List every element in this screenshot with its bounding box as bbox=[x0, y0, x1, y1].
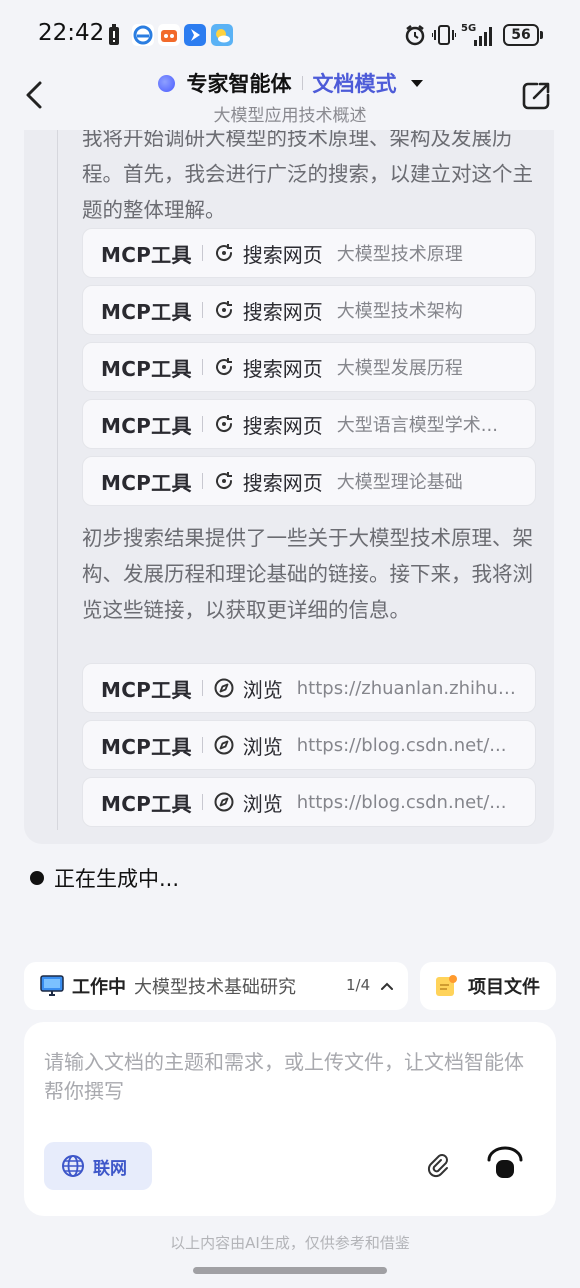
title-divider bbox=[301, 76, 303, 90]
tool-action: 浏览 bbox=[242, 734, 283, 759]
tool-divider bbox=[201, 680, 203, 696]
compass-icon bbox=[214, 792, 234, 812]
search-tool-card[interactable]: MCP工具 搜索网页 大模型理论基础 bbox=[82, 456, 536, 506]
tool-divider bbox=[201, 416, 203, 432]
generating-dot-icon bbox=[30, 871, 44, 885]
task-progress: 1/4 bbox=[346, 976, 371, 994]
browse-tool-card[interactable]: MCP工具 浏览 https://blog.csdn.net/... bbox=[82, 720, 536, 770]
status-bar: 22:42 5G 56 bbox=[0, 0, 580, 70]
chevron-up-icon[interactable] bbox=[380, 979, 394, 993]
timeline-line bbox=[57, 130, 58, 830]
web-search-toggle[interactable]: 联网 bbox=[44, 1142, 152, 1190]
composer: 联网 bbox=[24, 1022, 556, 1216]
share-button[interactable] bbox=[520, 80, 552, 112]
tool-name: MCP工具 bbox=[101, 677, 192, 702]
tool-name: MCP工具 bbox=[101, 413, 192, 438]
tool-action: 搜索网页 bbox=[242, 242, 323, 267]
search-tool-card[interactable]: MCP工具 搜索网页 大模型技术原理 bbox=[82, 228, 536, 278]
battery-level: 56 bbox=[511, 27, 531, 43]
tool-divider bbox=[201, 473, 203, 489]
header-title-row: 专家智能体 文档模式 bbox=[0, 66, 580, 100]
vibrate-icon bbox=[432, 25, 456, 45]
agent-thinking-panel[interactable]: 我将开始调研大模型的技术原理、架构及发展历程。首先，我会进行广泛的搜索，以建立对… bbox=[24, 130, 554, 844]
tool-action: 搜索网页 bbox=[242, 413, 323, 438]
agent-name: 专家智能体 bbox=[186, 72, 292, 96]
signal-icon bbox=[474, 27, 492, 46]
monitor-icon bbox=[40, 975, 64, 996]
project-files-button[interactable]: 项目文件 bbox=[420, 962, 556, 1010]
battery-tip bbox=[540, 31, 543, 39]
project-files-label: 项目文件 bbox=[468, 977, 540, 998]
tool-action: 浏览 bbox=[242, 791, 283, 816]
search-tool-card[interactable]: MCP工具 搜索网页 大型语言模型学术... bbox=[82, 399, 536, 449]
weather-app-icon bbox=[211, 24, 233, 46]
alarm-icon bbox=[405, 25, 425, 46]
tool-url: https://blog.csdn.net/... bbox=[296, 734, 507, 756]
search-refresh-icon bbox=[215, 472, 232, 490]
tool-action: 搜索网页 bbox=[242, 470, 323, 495]
search-refresh-icon bbox=[215, 301, 232, 319]
browse-tool-card[interactable]: MCP工具 浏览 https://blog.csdn.net/... bbox=[82, 777, 536, 827]
tool-query: 大模型发展历程 bbox=[336, 358, 463, 379]
tool-divider bbox=[201, 359, 203, 375]
globe-icon bbox=[62, 1155, 84, 1177]
tool-divider bbox=[201, 302, 203, 318]
document-subtitle: 大模型应用技术概述 bbox=[213, 106, 367, 126]
task-name: 大模型技术基础研究 bbox=[134, 977, 296, 998]
home-indicator[interactable] bbox=[193, 1267, 387, 1274]
tool-url: https://zhuanlan.zhihu.... bbox=[296, 677, 519, 699]
tool-divider bbox=[201, 794, 203, 810]
tool-name: MCP工具 bbox=[101, 470, 192, 495]
tool-action: 浏览 bbox=[242, 677, 283, 702]
search-refresh-icon bbox=[215, 358, 232, 376]
tool-name: MCP工具 bbox=[101, 299, 192, 324]
tool-action: 搜索网页 bbox=[242, 356, 323, 381]
tool-name: MCP工具 bbox=[101, 356, 192, 381]
tool-divider bbox=[201, 737, 203, 753]
task-progress-chip[interactable]: 工作中 大模型技术基础研究 1/4 bbox=[24, 962, 408, 1010]
battery-indicator: 56 bbox=[503, 24, 539, 46]
search-tool-card[interactable]: MCP工具 搜索网页 大模型技术架构 bbox=[82, 285, 536, 335]
agent-orb-icon bbox=[157, 74, 175, 92]
browse-tool-card[interactable]: MCP工具 浏览 https://zhuanlan.zhihu.... bbox=[82, 663, 536, 713]
mode-selector[interactable]: 文档模式 bbox=[313, 68, 397, 98]
task-status: 工作中 bbox=[72, 977, 126, 998]
search-refresh-icon bbox=[215, 244, 232, 262]
ai-disclaimer: 以上内容由AI生成，仅供参考和借鉴 bbox=[170, 1234, 410, 1252]
voice-input-button[interactable] bbox=[486, 1146, 524, 1180]
caret-down-icon[interactable] bbox=[410, 79, 423, 87]
tool-query: 大模型技术原理 bbox=[336, 244, 463, 265]
web-search-label: 联网 bbox=[93, 1158, 127, 1179]
sim-alert-icon bbox=[109, 24, 119, 45]
browser-app-icon bbox=[132, 24, 154, 46]
attachment-button[interactable] bbox=[426, 1152, 452, 1178]
navigation-app-icon bbox=[184, 24, 206, 46]
tool-query: 大模型技术架构 bbox=[336, 301, 463, 322]
tool-divider bbox=[201, 245, 203, 261]
compass-icon bbox=[214, 735, 234, 755]
status-time: 22:42 bbox=[38, 20, 105, 46]
tool-url: https://blog.csdn.net/... bbox=[296, 791, 507, 813]
intro-paragraph: 我将开始调研大模型的技术原理、架构及发展历程。首先，我会进行广泛的搜索，以建立对… bbox=[82, 130, 533, 222]
tool-query: 大型语言模型学术... bbox=[336, 415, 498, 436]
shopping-app-icon bbox=[158, 24, 180, 46]
tool-query: 大模型理论基础 bbox=[336, 472, 463, 493]
tool-name: MCP工具 bbox=[101, 734, 192, 759]
prompt-input[interactable] bbox=[44, 1048, 534, 1118]
generating-status: 正在生成中... bbox=[54, 867, 180, 891]
tool-name: MCP工具 bbox=[101, 791, 192, 816]
project-file-icon bbox=[436, 975, 457, 996]
followup-paragraph: 初步搜索结果提供了一些关于大模型技术原理、架构、发展历程和理论基础的链接。接下来… bbox=[82, 526, 533, 622]
compass-icon bbox=[214, 678, 234, 698]
search-refresh-icon bbox=[215, 415, 232, 433]
tool-action: 搜索网页 bbox=[242, 299, 323, 324]
search-tool-card[interactable]: MCP工具 搜索网页 大模型发展历程 bbox=[82, 342, 536, 392]
tool-name: MCP工具 bbox=[101, 242, 192, 267]
